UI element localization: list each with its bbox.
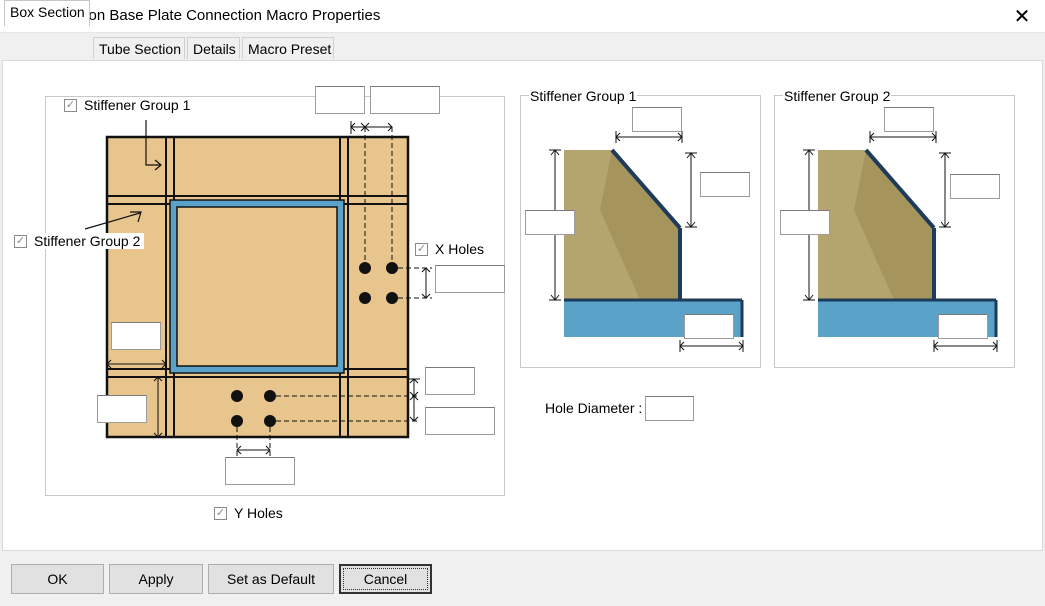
stiffener-2-side-input[interactable] (950, 174, 1000, 199)
plate-dim-1-input[interactable] (315, 86, 365, 114)
y-hole (264, 415, 276, 427)
stiffener-1-width-input[interactable] (632, 107, 682, 132)
checkmark-icon: ✓ (415, 242, 428, 256)
y-holes-checkbox[interactable]: ✓ Y Holes (214, 505, 287, 521)
stiffener-1-side-input[interactable] (700, 172, 750, 197)
checkmark-icon: ✓ (64, 98, 77, 112)
plate-edge-input[interactable] (97, 395, 147, 423)
stiffener-2-width-input[interactable] (884, 107, 934, 132)
button-label: OK (47, 571, 68, 587)
checkbox-label: Stiffener Group 2 (34, 233, 141, 249)
stiffener-group-2-checkbox[interactable]: ✓ Stiffener Group 2 (14, 233, 145, 249)
tab-label: Box Section (10, 4, 85, 20)
x-hole (386, 292, 398, 304)
checkmark-icon: ✓ (14, 234, 27, 248)
ok-button[interactable]: OK (11, 564, 104, 594)
y-edge-1-input[interactable] (425, 367, 475, 395)
button-label: Set as Default (227, 571, 315, 587)
stiffener-group-1-checkbox[interactable]: ✓ Stiffener Group 1 (64, 97, 195, 113)
checkbox-label: Stiffener Group 1 (84, 97, 191, 113)
apply-button[interactable]: Apply (109, 564, 203, 594)
x-hole (359, 262, 371, 274)
plate-dim-2-input[interactable] (370, 86, 440, 114)
y-edge-2-input[interactable] (425, 407, 495, 435)
stiffener-group-1-title: Stiffener Group 1 (529, 88, 638, 104)
cancel-button[interactable]: Cancel (339, 564, 432, 594)
hole-diameter-input[interactable] (645, 396, 694, 421)
y-hole (264, 390, 276, 402)
hole-diameter-label: Hole Diameter : (545, 400, 643, 416)
y-hole-spacing-input[interactable] (225, 457, 295, 485)
button-label: Cancel (342, 568, 429, 590)
x-hole (386, 262, 398, 274)
x-hole (359, 292, 371, 304)
stiffener-group-2-title: Stiffener Group 2 (783, 88, 892, 104)
set-as-default-button[interactable]: Set as Default (208, 564, 334, 594)
tab-box-section[interactable]: Box Section (4, 0, 90, 26)
checkbox-label: X Holes (435, 241, 485, 257)
button-label: Apply (138, 571, 174, 587)
x-holes-checkbox[interactable]: ✓ X Holes (415, 241, 489, 257)
checkmark-icon: ✓ (214, 506, 227, 520)
y-hole (231, 390, 243, 402)
y-hole (231, 415, 243, 427)
stiffener-1-offset-input[interactable] (684, 314, 734, 339)
x-hole-spacing-input[interactable] (435, 265, 505, 293)
stiffener-1-height-input[interactable] (525, 210, 575, 235)
stiffener-edge-input[interactable] (111, 322, 161, 350)
stiffener-2-height-input[interactable] (780, 210, 830, 235)
checkbox-label: Y Holes (234, 505, 283, 521)
stiffener-2-offset-input[interactable] (938, 314, 988, 339)
